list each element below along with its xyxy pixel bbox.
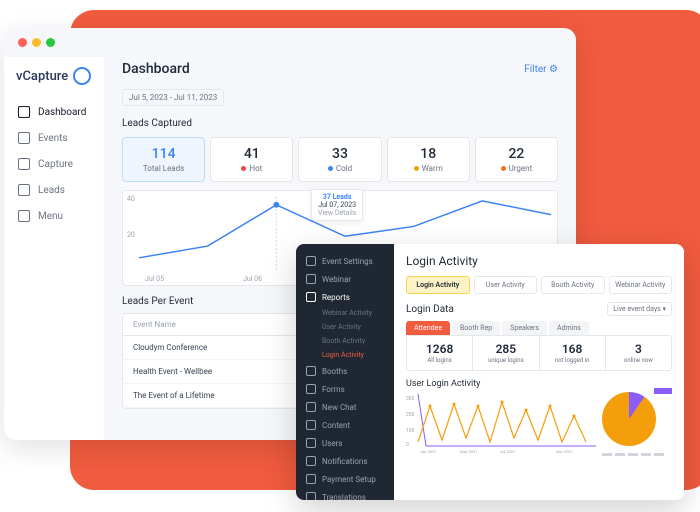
ds-forms[interactable]: Forms [296, 380, 394, 398]
login-stats: 1268All logins 285unique logins 168not l… [406, 335, 672, 371]
role-tabs: Attendee Booth Rep Speakers Admins [406, 321, 672, 335]
svg-text:0: 0 [406, 442, 409, 448]
login-data-title: Login Data [406, 304, 454, 315]
sidebar-item-leads[interactable]: Leads [4, 177, 104, 203]
ds-sub-webinar-activity[interactable]: Webinar Activity [296, 306, 394, 320]
ds-sub-user-activity[interactable]: User Activity [296, 320, 394, 334]
role-tab-speakers[interactable]: Speakers [502, 321, 547, 335]
gear-icon [306, 256, 316, 266]
stat-card-cold[interactable]: 33Cold [298, 137, 381, 182]
stat-online-now: 3online now [606, 336, 671, 370]
role-tab-booth-rep[interactable]: Booth Rep [452, 321, 500, 335]
page-title: Dashboard [122, 61, 190, 77]
dark-sidebar: Event Settings Webinar Reports Webinar A… [296, 244, 394, 500]
grid-icon [306, 366, 316, 376]
date-selector[interactable]: Live event days ▾ [607, 302, 672, 316]
tab-user-activity[interactable]: User Activity [474, 276, 538, 294]
stat-unique-logins: 285unique logins [473, 336, 539, 370]
svg-text:300: 300 [406, 396, 415, 402]
ds-event-settings[interactable]: Event Settings [296, 252, 394, 270]
maximize-icon[interactable] [46, 38, 55, 47]
tab-webinar-activity[interactable]: Webinar Activity [609, 276, 673, 294]
window-controls [4, 28, 576, 57]
list-icon [18, 184, 30, 196]
svg-text:Jul 2021: Jul 2021 [500, 449, 515, 454]
content-icon [306, 420, 316, 430]
ds-sub-booth-activity[interactable]: Booth Activity [296, 334, 394, 348]
ds-content[interactable]: Content [296, 416, 394, 434]
role-tab-attendee[interactable]: Attendee [406, 321, 450, 335]
pie-icon [602, 392, 656, 446]
ds-translations[interactable]: Translations [296, 488, 394, 500]
svg-text:Nov 2021: Nov 2021 [556, 449, 573, 454]
login-activity-window: Event Settings Webinar Reports Webinar A… [296, 244, 684, 500]
stat-card-total[interactable]: 114Total Leads [122, 137, 205, 182]
ds-sub-login-activity[interactable]: Login Activity [296, 348, 394, 362]
logo-icon [73, 67, 91, 85]
ds-new-chat[interactable]: New Chat [296, 398, 394, 416]
form-icon [306, 384, 316, 394]
bell-icon [306, 456, 316, 466]
users-icon [306, 438, 316, 448]
pie-legend-purple [654, 388, 672, 394]
chat-icon [306, 402, 316, 412]
dot-icon [414, 166, 419, 171]
ds-notifications[interactable]: Notifications [296, 452, 394, 470]
tab-login-activity[interactable]: Login Activity [406, 276, 470, 294]
home-icon [18, 106, 30, 118]
sidebar: vCapture Dashboard Events Capture Leads … [4, 57, 104, 440]
stat-not-logged-in: 168not logged in [540, 336, 606, 370]
close-icon[interactable] [18, 38, 27, 47]
login-main: Login Activity Login Activity User Activ… [394, 244, 684, 500]
pie-legend [602, 453, 664, 456]
stat-all-logins: 1268All logins [407, 336, 473, 370]
ds-booths[interactable]: Booths [296, 362, 394, 380]
stat-card-warm[interactable]: 18Warm [387, 137, 470, 182]
dot-icon [501, 166, 506, 171]
ds-payment[interactable]: Payment Setup [296, 470, 394, 488]
dot-icon [241, 166, 246, 171]
minimize-icon[interactable] [32, 38, 41, 47]
ds-users[interactable]: Users [296, 434, 394, 452]
role-tab-admins[interactable]: Admins [549, 321, 589, 335]
ds-reports[interactable]: Reports [296, 288, 394, 306]
tab-booth-activity[interactable]: Booth Activity [541, 276, 605, 294]
capture-icon [18, 158, 30, 170]
sidebar-item-dashboard[interactable]: Dashboard [4, 99, 104, 125]
user-login-activity-title: User Login Activity [406, 379, 672, 389]
stat-card-hot[interactable]: 41Hot [210, 137, 293, 182]
login-pie-chart [602, 392, 672, 454]
svg-text:May 2021: May 2021 [460, 449, 478, 454]
chart-icon [306, 292, 316, 302]
sidebar-item-menu[interactable]: Menu [4, 203, 104, 229]
sidebar-item-capture[interactable]: Capture [4, 151, 104, 177]
app-name: vCapture [16, 69, 68, 84]
filter-button[interactable]: Filter ⚙ [524, 64, 558, 75]
stat-card-urgent[interactable]: 22Urgent [475, 137, 558, 182]
date-range-picker[interactable]: Jul 5, 2023 - Jul 11, 2023 [122, 89, 224, 106]
svg-text:Jan 2021: Jan 2021 [420, 449, 437, 454]
leads-captured-title: Leads Captured [122, 118, 558, 129]
user-login-line-chart: 300 200 100 0 Jan 2021 May 2021 Jul 2021… [406, 392, 596, 454]
dot-icon [328, 166, 333, 171]
card-icon [306, 474, 316, 484]
video-icon [306, 274, 316, 284]
sidebar-item-events[interactable]: Events [4, 125, 104, 151]
calendar-icon [18, 132, 30, 144]
app-logo: vCapture [4, 67, 104, 99]
login-activity-title: Login Activity [406, 254, 672, 268]
lang-icon [306, 492, 316, 500]
menu-icon [18, 210, 30, 222]
svg-text:200: 200 [406, 412, 415, 418]
svg-text:100: 100 [406, 428, 415, 434]
stat-row: 114Total Leads 41Hot 33Cold 18Warm 22Urg… [122, 137, 558, 182]
ds-webinar[interactable]: Webinar [296, 270, 394, 288]
activity-tabs: Login Activity User Activity Booth Activ… [406, 276, 672, 294]
